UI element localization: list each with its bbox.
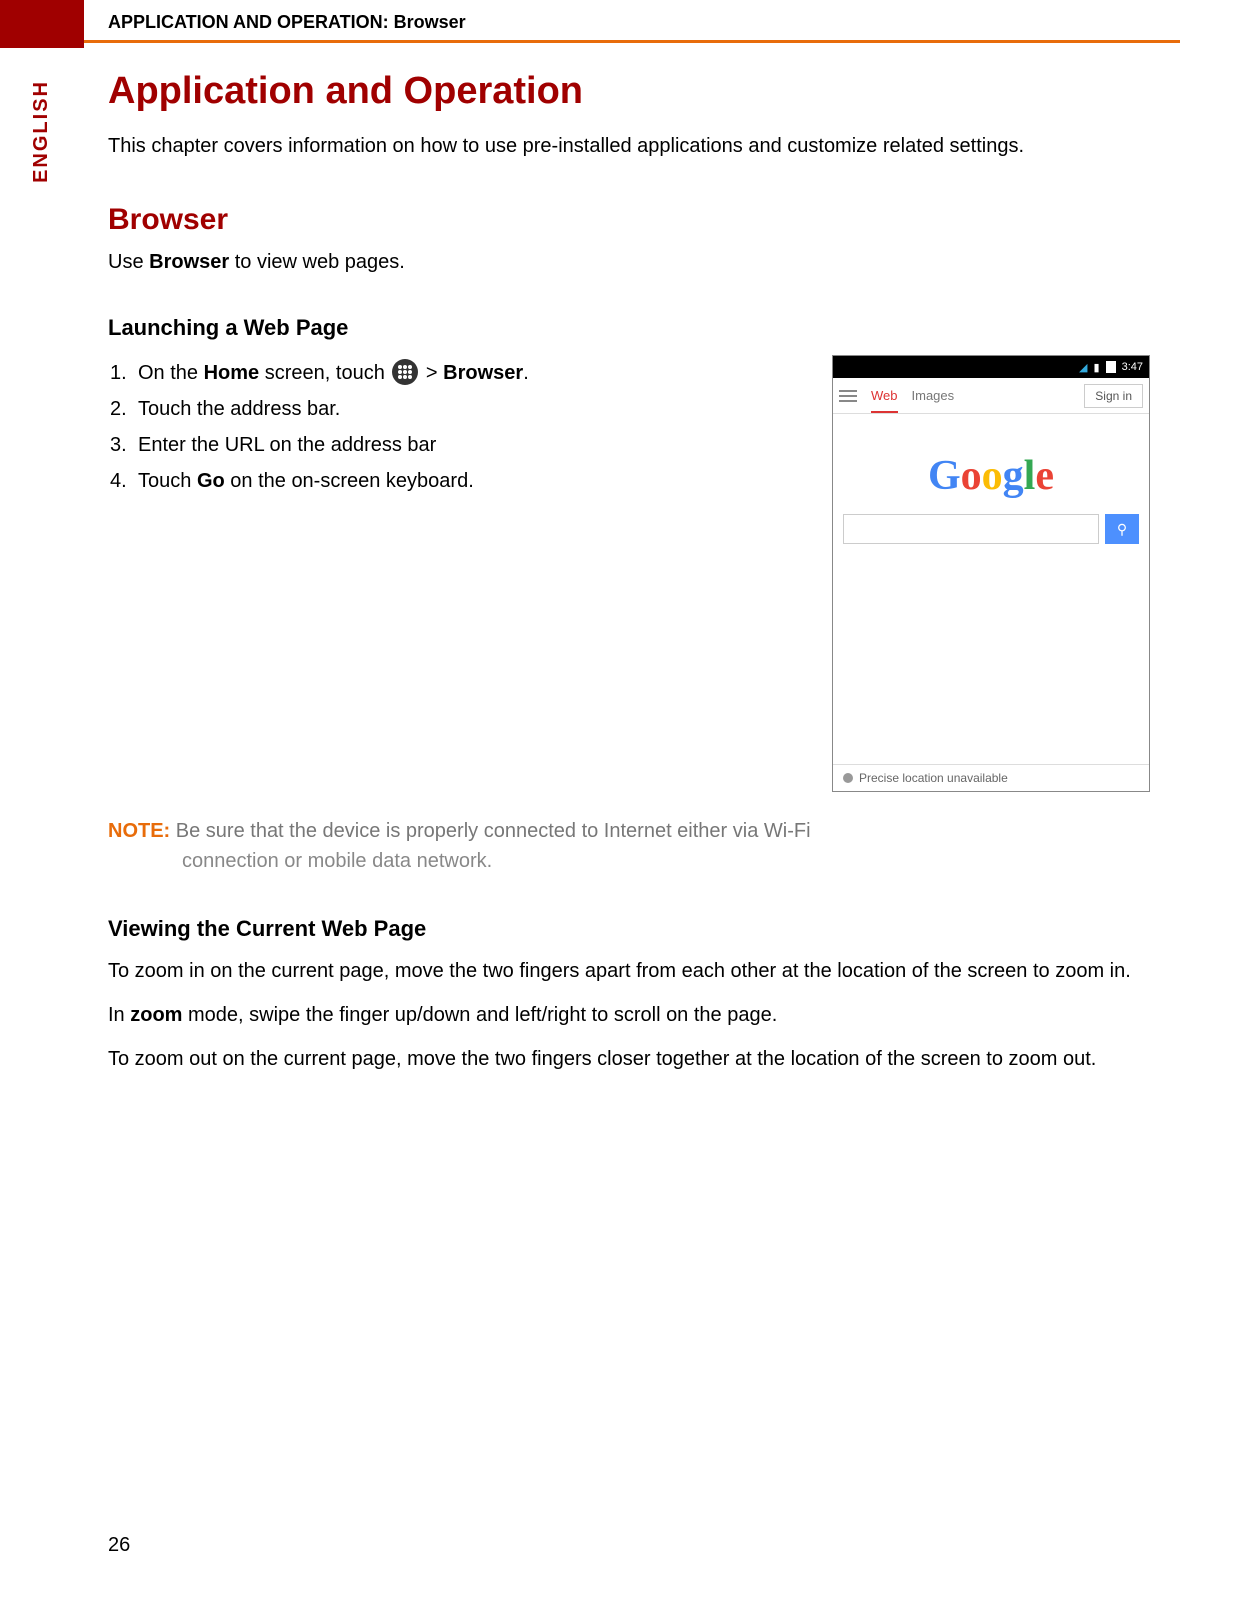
step-1: 1. On the Home screen, touch > Browser.	[138, 355, 812, 391]
bold-home: Home	[204, 362, 260, 384]
viewing-p1: To zoom in on the current page, move the…	[108, 956, 1150, 986]
text: .	[523, 362, 529, 384]
browser-toolbar: Web Images Sign in	[833, 378, 1149, 414]
hamburger-icon	[839, 390, 857, 402]
tab-web: Web	[871, 388, 898, 413]
text: Touch the address bar.	[138, 398, 340, 420]
step-number: 3.	[110, 427, 127, 463]
step-3: 3. Enter the URL on the address bar	[138, 427, 812, 463]
text: mode, swipe the finger up/down and left/…	[182, 1004, 777, 1026]
note-block: NOTE: Be sure that the device is properl…	[108, 816, 1150, 876]
running-head: APPLICATION AND OPERATION: Browser	[108, 12, 466, 33]
text: to view web pages.	[229, 251, 405, 273]
text: In	[108, 1004, 130, 1026]
bold-go: Go	[197, 470, 225, 492]
viewing-p3: To zoom out on the current page, move th…	[108, 1044, 1150, 1074]
wifi-icon: ◢	[1079, 361, 1087, 374]
bold-zoom: zoom	[130, 1004, 182, 1026]
note-label: NOTE:	[108, 820, 170, 842]
text: >	[420, 362, 443, 384]
viewing-p2: In zoom mode, swipe the finger up/down a…	[108, 1000, 1150, 1030]
text: Enter the URL on the address bar	[138, 434, 436, 456]
blank-area	[833, 554, 1149, 764]
sign-in-button: Sign in	[1084, 384, 1143, 408]
magnifier-icon: ⚲	[1117, 521, 1127, 538]
clock: 3:47	[1122, 361, 1143, 373]
header-color-block	[0, 0, 84, 48]
browser-intro: Use Browser to view web pages.	[108, 247, 1150, 277]
location-footer: Precise location unavailable	[833, 764, 1149, 791]
subsection-launch-heading: Launching a Web Page	[108, 315, 1150, 341]
step-4: 4. Touch Go on the on-screen keyboard.	[138, 463, 812, 499]
status-bar: ◢ ▮ 3:47	[833, 356, 1149, 378]
google-logo-row: Google	[833, 414, 1149, 514]
location-text: Precise location unavailable	[859, 771, 1008, 785]
text: Touch	[138, 470, 197, 492]
bold-browser: Browser	[443, 362, 523, 384]
tab-images: Images	[912, 388, 955, 403]
text: On the	[138, 362, 204, 384]
google-logo: Google	[928, 453, 1054, 499]
intro-paragraph: This chapter covers information on how t…	[108, 131, 1150, 161]
language-side-tab: ENGLISH	[30, 80, 53, 183]
text: Use	[108, 251, 149, 273]
header-rule	[84, 40, 1180, 43]
phone-screenshot: ◢ ▮ 3:47 Web Images Sign in Google ⚲	[832, 355, 1150, 792]
note-text-line2: connection or mobile data network.	[108, 846, 1150, 876]
step-number: 1.	[110, 355, 127, 391]
note-text-line1: Be sure that the device is properly conn…	[170, 820, 810, 842]
page-title: Application and Operation	[108, 70, 1150, 113]
page-number: 26	[108, 1534, 130, 1557]
subsection-viewing-heading: Viewing the Current Web Page	[108, 916, 1150, 942]
text: screen, touch	[259, 362, 390, 384]
battery-icon	[1106, 361, 1116, 373]
text: on the on-screen keyboard.	[225, 470, 474, 492]
step-2: 2. Touch the address bar.	[138, 391, 812, 427]
bold-browser: Browser	[149, 251, 229, 273]
step-number: 2.	[110, 391, 127, 427]
section-browser-heading: Browser	[108, 203, 1150, 237]
search-button: ⚲	[1105, 514, 1139, 544]
location-dot-icon	[843, 773, 853, 783]
launch-steps: 1. On the Home screen, touch > Browser. …	[108, 355, 812, 499]
signal-icon: ▮	[1094, 361, 1100, 374]
search-row: ⚲	[833, 514, 1149, 554]
search-input	[843, 514, 1099, 544]
step-number: 4.	[110, 463, 127, 499]
apps-grid-icon	[392, 359, 418, 385]
